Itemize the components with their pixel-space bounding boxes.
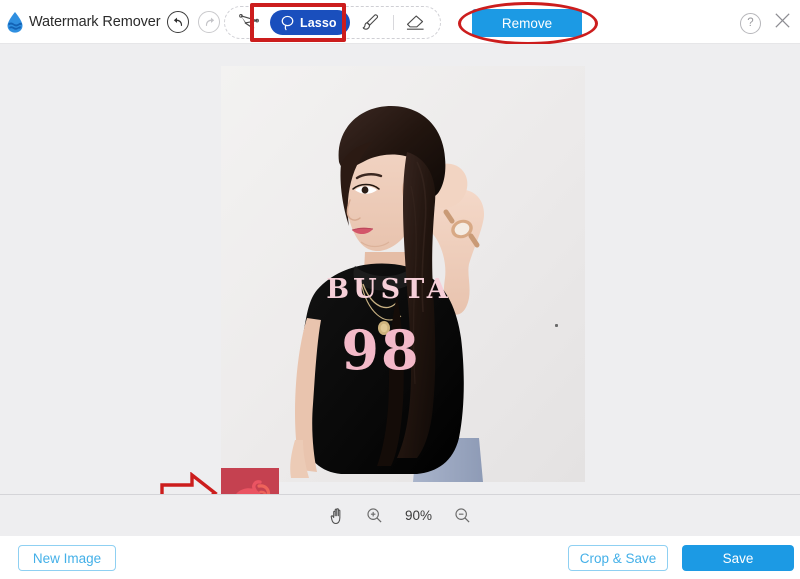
image-canvas[interactable]: BUSTA 98 [0, 44, 800, 494]
undo-button[interactable] [167, 11, 189, 33]
close-x-icon [773, 11, 792, 30]
remove-button[interactable]: Remove [472, 9, 582, 37]
zoom-out-button[interactable] [453, 506, 473, 526]
new-image-button[interactable]: New Image [18, 545, 116, 571]
polygon-lasso-icon [239, 13, 260, 32]
polygon-lasso-tool-button[interactable] [232, 7, 266, 38]
app-title: Watermark Remover [29, 14, 161, 30]
brush-icon [361, 13, 380, 32]
help-button[interactable]: ? [740, 13, 761, 34]
undo-arrow-icon [172, 16, 185, 29]
help-question-icon: ? [747, 17, 753, 29]
hand-pan-icon [329, 507, 346, 525]
redo-arrow-icon [203, 16, 216, 29]
lasso-tool-label: Lasso [300, 16, 337, 30]
image-speck [555, 324, 558, 327]
brush-tool-button[interactable] [354, 7, 388, 38]
redo-button[interactable] [198, 11, 220, 33]
header-right-controls: ? [740, 11, 792, 35]
water-drop-icon [4, 10, 26, 34]
zoom-out-icon [454, 507, 471, 524]
photo-image[interactable]: BUSTA 98 [221, 66, 585, 482]
pan-tool-button[interactable] [328, 506, 348, 526]
eraser-tool-button[interactable] [399, 7, 433, 38]
app-header: Watermark Remover [0, 0, 800, 44]
save-button[interactable]: Save [682, 545, 794, 571]
zoom-in-button[interactable] [365, 506, 385, 526]
eraser-icon [405, 13, 426, 32]
watermark-remover-app: Watermark Remover [0, 0, 800, 579]
close-button[interactable] [773, 11, 792, 35]
zoom-level-label: 90% [402, 508, 436, 523]
tool-group: Lasso [224, 6, 441, 39]
zoom-toolbar: 90% [0, 494, 800, 536]
brand: Watermark Remover [4, 0, 161, 44]
photo-content [221, 66, 585, 482]
crop-and-save-button[interactable]: Crop & Save [568, 545, 668, 571]
tool-divider [393, 15, 394, 30]
zoom-in-icon [366, 507, 383, 524]
lasso-icon [280, 15, 295, 31]
history-controls [167, 11, 220, 33]
lasso-tool-button[interactable]: Lasso [270, 10, 350, 35]
app-footer: New Image Crop & Save Save [0, 536, 800, 579]
